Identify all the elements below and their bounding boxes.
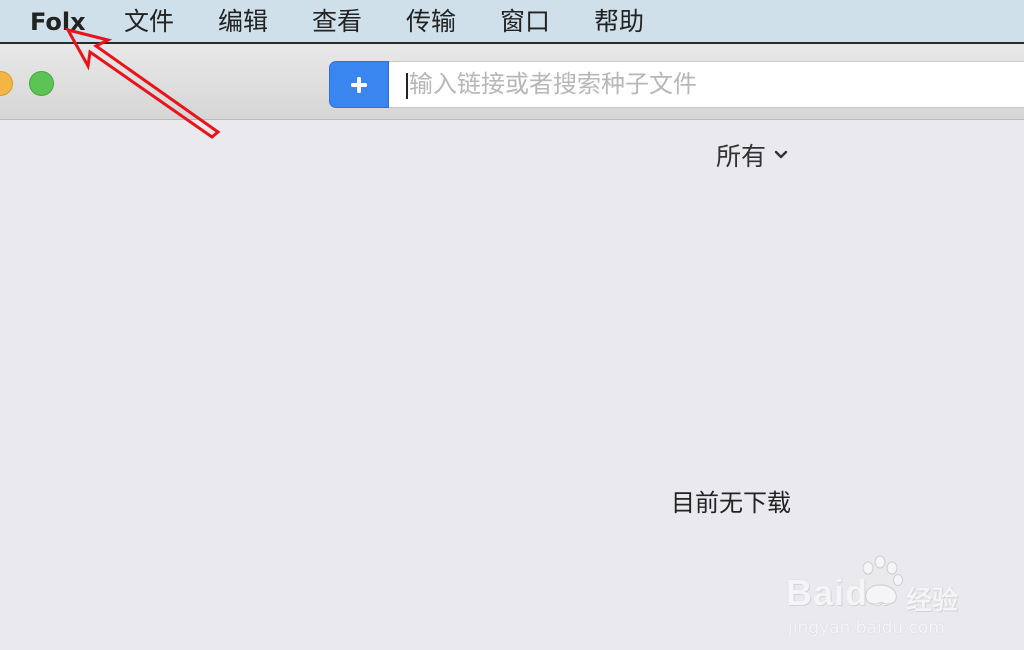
watermark-url: jingyan.baidu.com bbox=[788, 618, 945, 638]
filter-dropdown[interactable]: 所有 bbox=[716, 139, 788, 175]
filter-label: 所有 bbox=[716, 142, 767, 171]
menu-file[interactable]: 文件 bbox=[124, 4, 174, 40]
downloads-area: 所有 Baidu 经验 jingyan.baidu.com 目前无下载 bbox=[0, 120, 1024, 638]
menu-transfer[interactable]: 传输 bbox=[406, 4, 456, 40]
menu-edit[interactable]: 编辑 bbox=[218, 4, 268, 40]
menu-help[interactable]: 帮助 bbox=[594, 4, 644, 40]
menu-bar: Folx 文件 编辑 查看 传输 窗口 帮助 bbox=[0, 0, 1024, 44]
search-input[interactable]: 输入链接或者搜索种子文件 bbox=[389, 61, 1024, 108]
search-placeholder: 输入链接或者搜索种子文件 bbox=[409, 70, 697, 98]
baidu-jingyan-watermark: Baidu 经验 jingyan.baidu.com bbox=[782, 550, 982, 650]
menu-window[interactable]: 窗口 bbox=[500, 4, 550, 40]
minimize-button[interactable] bbox=[0, 71, 13, 96]
text-caret bbox=[406, 73, 408, 99]
watermark-label: 经验 bbox=[906, 586, 959, 616]
paw-icon bbox=[862, 555, 903, 605]
menu-app-folx[interactable]: Folx bbox=[30, 4, 86, 40]
menu-view[interactable]: 查看 bbox=[312, 4, 362, 40]
window-toolbar: 输入链接或者搜索种子文件 bbox=[0, 44, 1024, 120]
chevron-down-icon bbox=[774, 150, 788, 159]
zoom-button[interactable] bbox=[29, 71, 54, 96]
plus-icon bbox=[351, 77, 367, 93]
watermark-brand: Baidu bbox=[786, 572, 892, 613]
empty-downloads-message: 目前无下载 bbox=[671, 489, 791, 517]
add-download-button[interactable] bbox=[329, 61, 389, 108]
